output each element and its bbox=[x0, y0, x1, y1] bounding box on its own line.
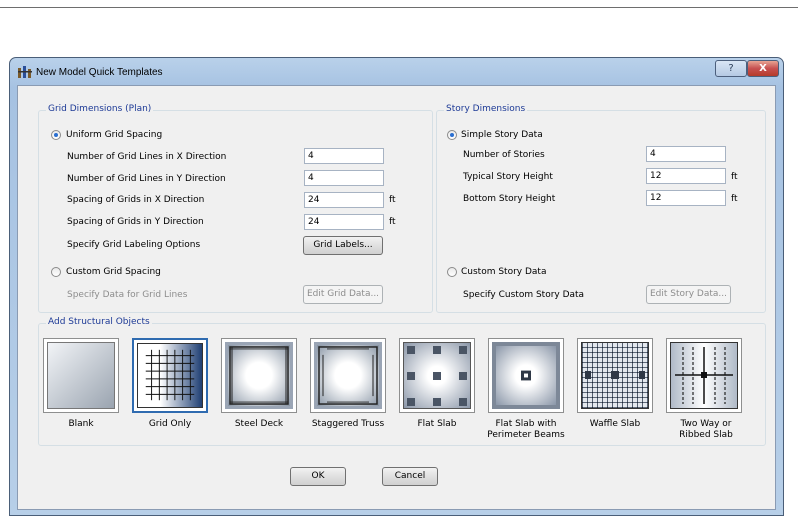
ribbed-slab-tile[interactable] bbox=[666, 338, 742, 413]
app-icon bbox=[18, 66, 32, 78]
grid-lines-y-label: Number of Grid Lines in Y Direction bbox=[67, 174, 226, 184]
structural-objects-group: Add Structural Objects Blank Grid Only S… bbox=[38, 317, 766, 446]
edit-story-data-button[interactable]: Edit Story Data... bbox=[646, 285, 731, 304]
custom-grid-label[interactable]: Custom Grid Spacing bbox=[66, 267, 161, 277]
flat-slab-icon bbox=[403, 342, 471, 409]
grid-dimensions-title: Grid Dimensions (Plan) bbox=[46, 104, 154, 114]
dialog-window: New Model Quick Templates ? X Grid Dimen… bbox=[9, 57, 784, 516]
flat-slab-perimeter-tile[interactable] bbox=[488, 338, 564, 413]
staggered-truss-tile[interactable] bbox=[310, 338, 386, 413]
steel-deck-tile[interactable] bbox=[221, 338, 297, 413]
spacing-y-input[interactable]: 24 bbox=[304, 214, 384, 230]
typical-story-height-label: Typical Story Height bbox=[463, 172, 553, 182]
cancel-button[interactable]: Cancel bbox=[382, 467, 438, 486]
grid-labels-button[interactable]: Grid Labels... bbox=[303, 236, 383, 255]
typical-story-height-input[interactable]: 12 bbox=[646, 168, 726, 184]
help-button[interactable]: ? bbox=[715, 60, 747, 77]
spacing-y-unit: ft bbox=[389, 217, 396, 227]
waffle-slab-icon bbox=[581, 342, 649, 409]
story-dimensions-title: Story Dimensions bbox=[444, 104, 528, 114]
ribbed-slab-label: Two Way or Ribbed Slab bbox=[679, 419, 733, 440]
grid-only-label: Grid Only bbox=[148, 419, 192, 429]
window-title: New Model Quick Templates bbox=[36, 67, 163, 78]
edit-grid-data-button[interactable]: Edit Grid Data... bbox=[303, 285, 383, 304]
grid-only-icon bbox=[137, 343, 203, 408]
flat-slab-perimeter-label: Flat Slab with Perimeter Beams bbox=[487, 419, 565, 440]
simple-story-label[interactable]: Simple Story Data bbox=[461, 130, 543, 140]
staggered-truss-label: Staggered Truss bbox=[311, 419, 385, 429]
structural-objects-title: Add Structural Objects bbox=[46, 317, 152, 327]
bottom-story-height-label: Bottom Story Height bbox=[463, 194, 556, 204]
spacing-x-label: Spacing of Grids in X Direction bbox=[67, 195, 205, 205]
grid-lines-x-input[interactable]: 4 bbox=[304, 148, 384, 164]
bottom-story-height-input[interactable]: 12 bbox=[646, 190, 726, 206]
story-dimensions-group: Story Dimensions Simple Story Data Numbe… bbox=[436, 104, 766, 313]
custom-grid-radio[interactable] bbox=[51, 267, 61, 277]
title-bar[interactable]: New Model Quick Templates ? X bbox=[10, 58, 783, 86]
ribbed-slab-icon bbox=[670, 342, 738, 409]
grid-dimensions-group: Grid Dimensions (Plan) Uniform Grid Spac… bbox=[38, 104, 433, 313]
uniform-grid-radio[interactable] bbox=[51, 130, 61, 140]
grid-only-tile[interactable] bbox=[132, 338, 208, 413]
staggered-truss-icon bbox=[314, 342, 382, 409]
top-divider-line bbox=[0, 7, 798, 8]
spacing-y-label: Spacing of Grids in Y Direction bbox=[67, 217, 204, 227]
blank-icon bbox=[47, 342, 115, 409]
uniform-grid-label[interactable]: Uniform Grid Spacing bbox=[66, 130, 162, 140]
custom-story-radio[interactable] bbox=[447, 267, 457, 277]
flat-slab-perimeter-icon bbox=[492, 342, 560, 409]
spacing-x-input[interactable]: 24 bbox=[304, 192, 384, 208]
steel-deck-icon bbox=[225, 342, 293, 409]
waffle-slab-label: Waffle Slab bbox=[589, 419, 641, 429]
blank-label: Blank bbox=[68, 419, 94, 429]
custom-story-data-label: Specify Custom Story Data bbox=[463, 290, 585, 300]
simple-story-radio[interactable] bbox=[447, 130, 457, 140]
flat-slab-tile[interactable] bbox=[399, 338, 475, 413]
grid-lines-x-label: Number of Grid Lines in X Direction bbox=[67, 152, 227, 162]
dialog-client-area: Grid Dimensions (Plan) Uniform Grid Spac… bbox=[17, 85, 776, 510]
bottom-story-height-unit: ft bbox=[731, 194, 738, 204]
number-of-stories-input[interactable]: 4 bbox=[646, 146, 726, 162]
blank-tile[interactable] bbox=[43, 338, 119, 413]
waffle-slab-tile[interactable] bbox=[577, 338, 653, 413]
flat-slab-label: Flat Slab bbox=[417, 419, 457, 429]
number-of-stories-label: Number of Stories bbox=[463, 150, 545, 160]
custom-story-label[interactable]: Custom Story Data bbox=[461, 267, 546, 277]
close-button[interactable]: X bbox=[747, 60, 779, 77]
spacing-x-unit: ft bbox=[389, 195, 396, 205]
grid-lines-y-input[interactable]: 4 bbox=[304, 170, 384, 186]
typical-story-height-unit: ft bbox=[731, 172, 738, 182]
steel-deck-label: Steel Deck bbox=[234, 419, 284, 429]
grid-data-label: Specify Data for Grid Lines bbox=[67, 290, 188, 300]
grid-labeling-label: Specify Grid Labeling Options bbox=[67, 240, 201, 250]
ok-button[interactable]: OK bbox=[290, 467, 346, 486]
